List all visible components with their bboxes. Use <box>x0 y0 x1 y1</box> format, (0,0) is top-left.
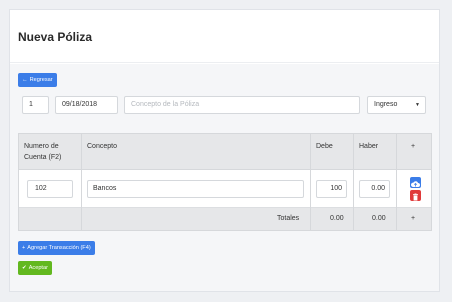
check-icon: ✔ <box>22 265 27 271</box>
trash-icon <box>413 193 418 201</box>
page-title: Nueva Póliza <box>18 30 93 44</box>
column-divider <box>81 133 82 231</box>
upload-button[interactable] <box>410 177 421 188</box>
table-border-left <box>18 133 19 231</box>
policy-number-input[interactable]: 1 <box>22 96 49 114</box>
add-transaction-button[interactable]: + Agregar Transacción (F4) <box>18 241 95 255</box>
policy-concept-input[interactable]: Concepto de la Póliza <box>124 96 360 114</box>
header-account: Numero de Cuenta (F2) <box>24 143 62 161</box>
header-concept: Concepto <box>87 143 117 150</box>
policy-date-input[interactable]: 09/18/2018 <box>55 96 118 114</box>
policy-card: Nueva Póliza ← Regresar 1 09/18/2018 Conc… <box>9 9 440 292</box>
policy-type-value: Ingreso <box>374 101 398 108</box>
column-divider <box>353 133 354 231</box>
chevron-down-icon: ▼ <box>415 102 420 108</box>
accept-button-label: Aceptar <box>28 265 48 271</box>
transactions-table: Numero de Cuenta (F2) Concepto Debe Habe… <box>18 133 432 231</box>
add-transaction-label: Agregar Transacción (F4) <box>27 245 91 251</box>
column-divider <box>310 133 311 231</box>
column-divider <box>396 133 397 231</box>
debit-total: 0.00 <box>330 215 344 222</box>
row-debit-input[interactable]: 100 <box>316 180 347 198</box>
arrow-left-icon: ← <box>22 77 28 83</box>
cloud-upload-icon <box>410 181 420 187</box>
accept-button[interactable]: ✔ Aceptar <box>18 261 52 275</box>
plus-icon: + <box>22 245 26 251</box>
footer-add-button[interactable]: + <box>411 215 415 222</box>
delete-button[interactable] <box>410 190 421 201</box>
card-body: ← Regresar 1 09/18/2018 Concepto de la Pó… <box>10 64 439 291</box>
totals-label: Totales <box>277 215 300 222</box>
row-concept-input[interactable]: Bancos <box>87 180 304 198</box>
row-account-input[interactable]: 102 <box>27 180 73 198</box>
credit-total: 0.00 <box>372 215 386 222</box>
back-button[interactable]: ← Regresar <box>18 73 57 87</box>
row-credit-input[interactable]: 0.00 <box>359 180 390 198</box>
card-header: Nueva Póliza <box>10 10 439 63</box>
header-credit: Haber <box>359 143 379 150</box>
back-button-label: Regresar <box>29 77 53 83</box>
table-border-right <box>431 133 432 231</box>
header-add-button[interactable]: + <box>411 141 415 152</box>
policy-type-select[interactable]: Ingreso ▼ <box>367 96 426 114</box>
header-debit: Debe <box>316 143 333 150</box>
